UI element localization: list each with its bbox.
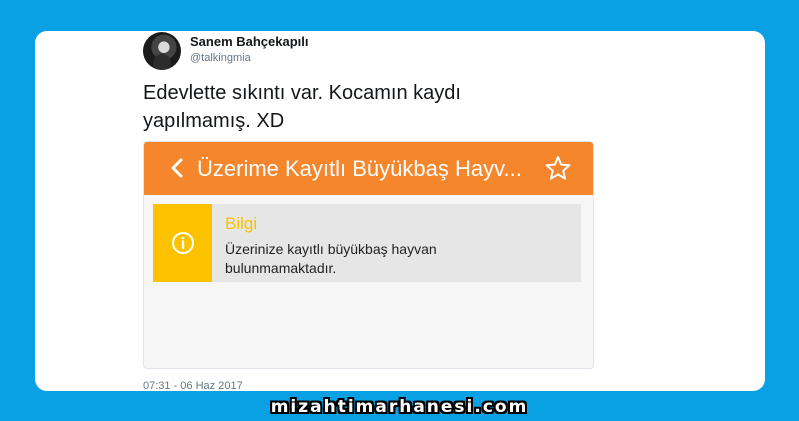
info-message: Üzerinize kayıtlı büyükbaş hayvan bulunm… xyxy=(225,240,565,278)
info-box: Bilgi Üzerinize kayıtlı büyükbaş hayvan … xyxy=(153,204,581,282)
star-outline-icon[interactable] xyxy=(545,155,571,181)
user-name[interactable]: Sanem Bahçekapılı xyxy=(190,34,309,49)
info-message-line: bulunmamaktadır. xyxy=(225,260,337,276)
site-watermark: mizahtimarhanesi.com xyxy=(270,397,529,417)
app-title: Üzerime Kayıtlı Büyükbaş Hayv... xyxy=(197,156,522,181)
info-stripe xyxy=(153,204,212,282)
tweet-card: Sanem Bahçekapılı @talkingmia Edevlette … xyxy=(35,31,765,392)
tweet-text-line: yapılmamış. XD xyxy=(143,110,285,132)
info-title: Bilgi xyxy=(225,214,258,233)
info-message-line: Üzerinize kayıtlı büyükbaş hayvan xyxy=(225,241,437,257)
tweet-text-line: Edevlette sıkıntı var. Kocamın kaydı xyxy=(143,82,461,104)
info-circle-icon xyxy=(172,232,194,254)
chevron-left-icon[interactable] xyxy=(168,158,188,178)
avatar[interactable] xyxy=(143,32,181,70)
user-handle[interactable]: @talkingmia xyxy=(190,52,251,64)
tweet-media-screenshot[interactable]: Üzerime Kayıtlı Büyükbaş Hayv... Bilgi Ü… xyxy=(143,141,594,369)
tweet-text: Edevlette sıkıntı var. Kocamın kaydı yap… xyxy=(143,79,703,135)
tweet-timestamp[interactable]: 07:31 - 06 Haz 2017 xyxy=(143,380,243,392)
app-bar: Üzerime Kayıtlı Büyükbaş Hayv... xyxy=(144,142,593,195)
